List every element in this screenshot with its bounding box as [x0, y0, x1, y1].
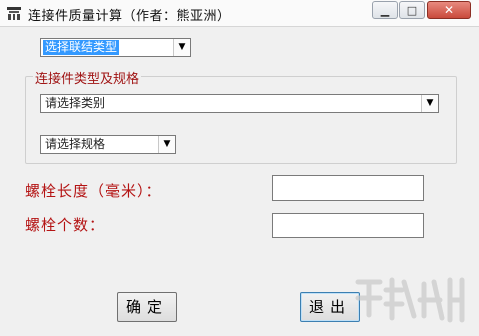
- chevron-down-icon: ▼: [163, 139, 171, 149]
- spec-select[interactable]: 请选择规格 ▼: [40, 135, 176, 154]
- close-button[interactable]: ✕: [427, 1, 471, 19]
- category-value: 请选择类别: [45, 96, 106, 110]
- bolt-length-input[interactable]: [272, 175, 424, 201]
- minimize-button[interactable]: ▁: [372, 1, 398, 19]
- maximize-icon: □: [406, 4, 418, 17]
- category-select[interactable]: 请选择类别 ▼: [40, 94, 439, 113]
- spec-value: 请选择规格: [45, 137, 106, 151]
- window-title: 连接件质量计算（作者：熊亚洲）: [28, 9, 231, 24]
- title-bar[interactable]: 连接件质量计算（作者：熊亚洲） ▁ □ ✕: [0, 0, 479, 27]
- chevron-down-icon: ▼: [178, 42, 186, 52]
- bolt-count-input[interactable]: [272, 213, 424, 238]
- connector-group-title: 连接件类型及规格: [33, 68, 142, 87]
- watermark-logo: [355, 277, 465, 323]
- spec-dropdown-button[interactable]: ▼: [158, 136, 175, 153]
- app-window: 连接件质量计算（作者：熊亚洲） ▁ □ ✕ 选择联结类型 ▼ 连接件类型及规格 …: [0, 0, 479, 336]
- category-dropdown-button[interactable]: ▼: [421, 95, 438, 112]
- chevron-down-icon: ▼: [426, 98, 434, 108]
- app-icon: [7, 7, 21, 20]
- confirm-button[interactable]: 确定: [117, 292, 177, 322]
- connection-type-dropdown-button[interactable]: ▼: [173, 39, 190, 56]
- connection-type-select[interactable]: 选择联结类型 ▼: [40, 38, 191, 57]
- maximize-button[interactable]: □: [399, 1, 425, 19]
- connection-type-value: 选择联结类型: [43, 40, 120, 55]
- bolt-length-label: 螺栓长度（毫米）：: [25, 182, 162, 200]
- bolt-count-label: 螺栓个数：: [25, 216, 106, 234]
- minimize-icon: ▁: [380, 4, 390, 17]
- close-icon: ✕: [443, 3, 455, 17]
